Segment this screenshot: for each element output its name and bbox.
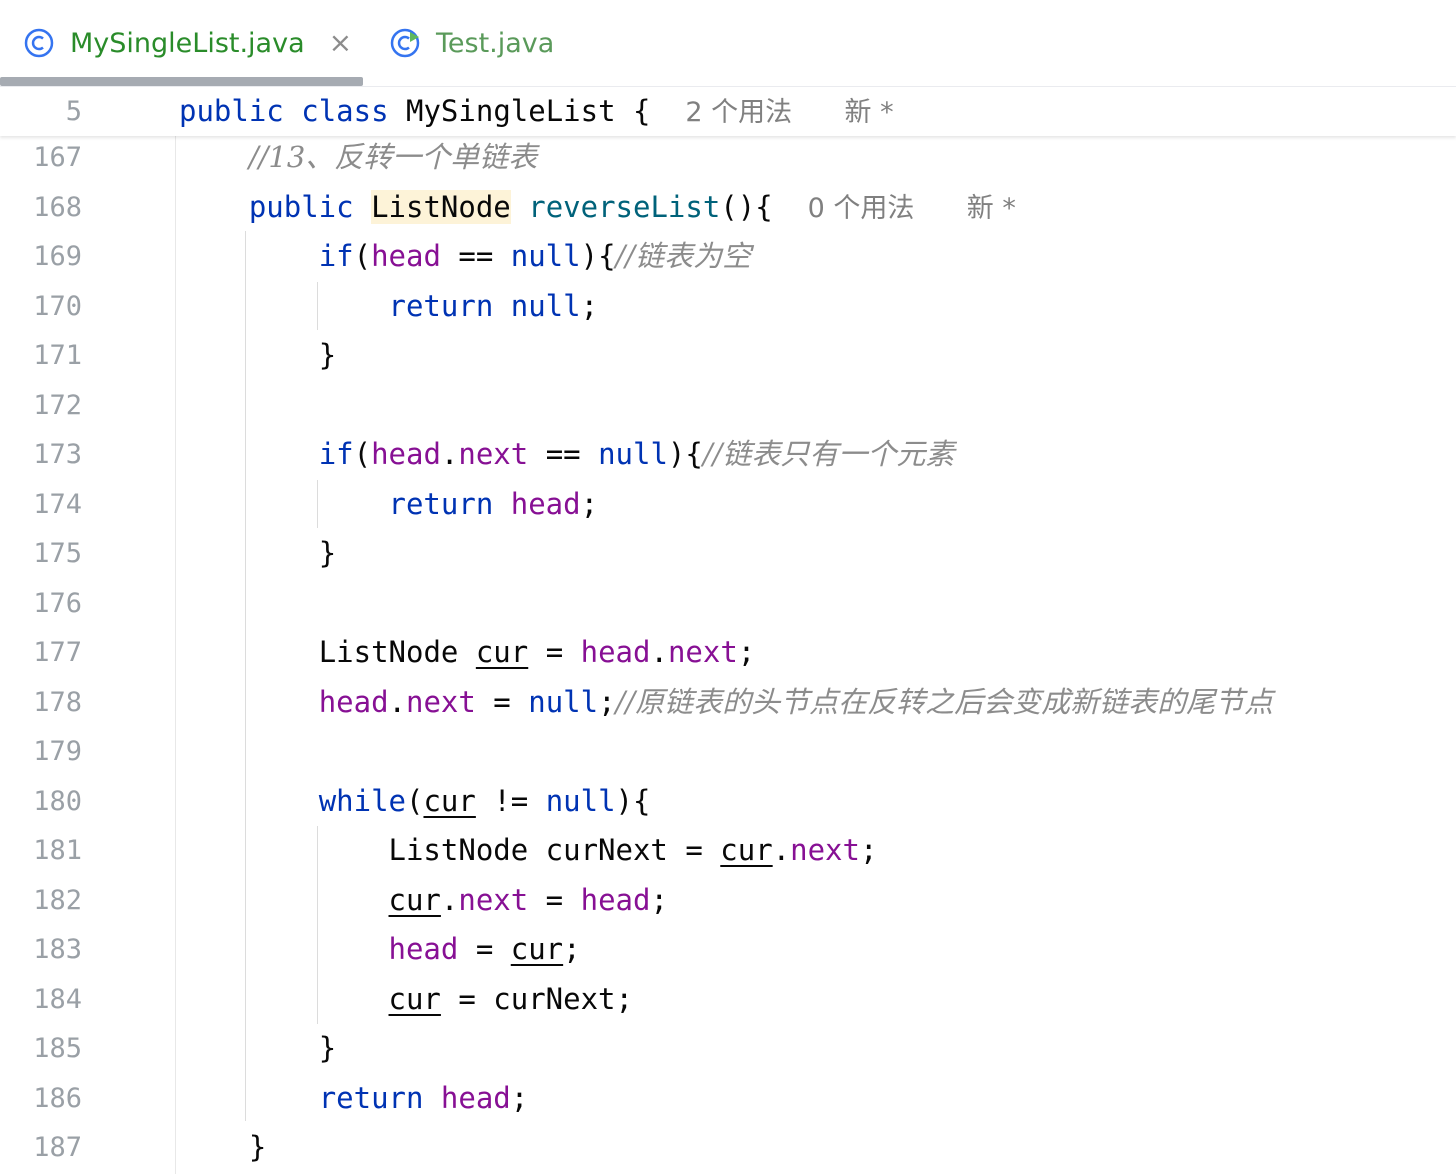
code-line[interactable]: 181 ListNode curNext = cur.next; [0,826,1456,875]
line-number: 174 [33,489,82,520]
code-line[interactable]: 169 if(head == null){//链表为空 [0,232,1456,281]
close-icon[interactable]: × [329,29,352,57]
line-number: 173 [33,439,82,470]
line-number: 5 [65,96,82,127]
author-hint[interactable]: 新 * [967,193,1016,224]
tab-label: Test.java [436,27,555,59]
code-line[interactable]: 171 } [0,331,1456,380]
line-number: 184 [33,984,82,1015]
code-line[interactable]: 177 ListNode cur = head.next; [0,628,1456,677]
code-line[interactable]: 179 [0,727,1456,776]
code-line[interactable]: 185 } [0,1024,1456,1073]
line-number: 183 [33,934,82,965]
code-line[interactable]: 182 cur.next = head; [0,876,1456,925]
author-hint[interactable]: 新 * [845,97,894,128]
active-tab-indicator [0,77,363,86]
code-line[interactable]: 176 [0,579,1456,628]
tab-label: MySingleList.java [70,27,305,59]
code-line[interactable]: 168 public ListNode reverseList(){ 0 个用法… [0,183,1456,232]
code-line[interactable]: 172 [0,381,1456,430]
line-number: 176 [33,588,82,619]
line-number: 180 [33,786,82,817]
java-class-icon [24,28,54,58]
editor-tab-bar: MySingleList.java × Test.java [0,0,1456,87]
code-line[interactable]: 170 return null; [0,282,1456,331]
code-line[interactable]: 184 cur = curNext; [0,975,1456,1024]
line-number: 187 [33,1132,82,1163]
line-number: 168 [33,192,82,223]
line-number: 172 [33,390,82,421]
line-number: 175 [33,538,82,569]
line-number: 178 [33,687,82,718]
line-number: 185 [33,1033,82,1064]
sticky-scope-line[interactable]: 5 public class MySingleList { 2 个用法 新 * [0,87,1456,136]
code-line[interactable]: 173 if(head.next == null){//链表只有一个元素 [0,430,1456,479]
code-line[interactable]: 187 } [0,1123,1456,1172]
line-number: 182 [33,885,82,916]
line-number: 179 [33,736,82,767]
code-line[interactable]: 183 head = cur; [0,925,1456,974]
line-number: 177 [33,637,82,668]
line-number: 181 [33,835,82,866]
tab-test[interactable]: Test.java [390,0,554,86]
code-line[interactable]: 174 return head; [0,480,1456,529]
usages-hint[interactable]: 2 个用法 [685,97,792,128]
line-number: 170 [33,291,82,322]
code-line[interactable]: 167 //13、反转一个单链表 [0,133,1456,182]
code-line: public class MySingleList { 2 个用法 新 * [179,94,894,128]
line-number: 169 [33,241,82,272]
line-number: 167 [33,142,82,173]
line-number: 171 [33,340,82,371]
code-line[interactable]: 178 head.next = null;//原链表的头节点在反转之后会变成新链… [0,678,1456,727]
usages-hint[interactable]: 0 个用法 [808,193,915,224]
code-line[interactable]: 180 while(cur != null){ [0,777,1456,826]
line-number: 186 [33,1083,82,1114]
tab-mysinglelist[interactable]: MySingleList.java × [24,0,352,86]
code-line[interactable]: 186 return head; [0,1074,1456,1123]
code-line[interactable]: 175 } [0,529,1456,578]
java-test-class-icon [390,28,420,58]
